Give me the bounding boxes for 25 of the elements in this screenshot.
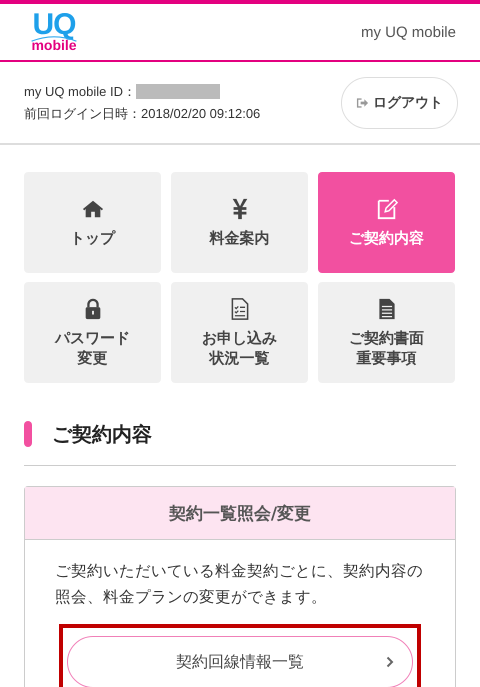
card-title: 契約一覧照会/変更	[168, 502, 312, 524]
menu-label: トップ	[70, 228, 115, 248]
chevron-icon	[386, 656, 394, 668]
checklist-icon	[228, 298, 250, 320]
card-description: ご契約いただいている料金契約ごとに、契約内容の照会、料金プランの変更ができます。	[55, 561, 424, 608]
section-title: ご契約内容	[52, 420, 152, 448]
edit-icon	[376, 198, 398, 220]
menu-label: ご契約内容	[349, 228, 424, 248]
menu-tile[interactable]: ご契約書面 重要事項	[318, 282, 455, 383]
header-title: my UQ mobile	[360, 24, 456, 40]
logout-button[interactable]: ログアウト	[341, 76, 458, 128]
menu-tile[interactable]: トップ	[24, 172, 161, 273]
menu-tile[interactable]: お申し込み 状況一覧	[171, 282, 308, 383]
menu-tile[interactable]: 料金案内	[171, 172, 308, 273]
line-list-button[interactable]: 契約回線情報一覧	[67, 636, 413, 687]
menu-label: パスワード 変更	[55, 328, 130, 368]
logo[interactable]: UQ mobile	[24, 12, 84, 52]
id-label: my UQ mobile ID：	[24, 82, 136, 100]
last-login-text: 前回ログイン日時：2018/02/20 09:12:06	[24, 104, 260, 122]
menu-label: 料金案内	[210, 228, 270, 248]
menu-label: お申し込み 状況一覧	[202, 328, 277, 368]
logout-icon	[356, 96, 369, 108]
section-marker	[24, 421, 32, 447]
menu-tile[interactable]: パスワード 変更	[24, 282, 161, 383]
menu-label: ご契約書面 重要事項	[349, 328, 424, 368]
